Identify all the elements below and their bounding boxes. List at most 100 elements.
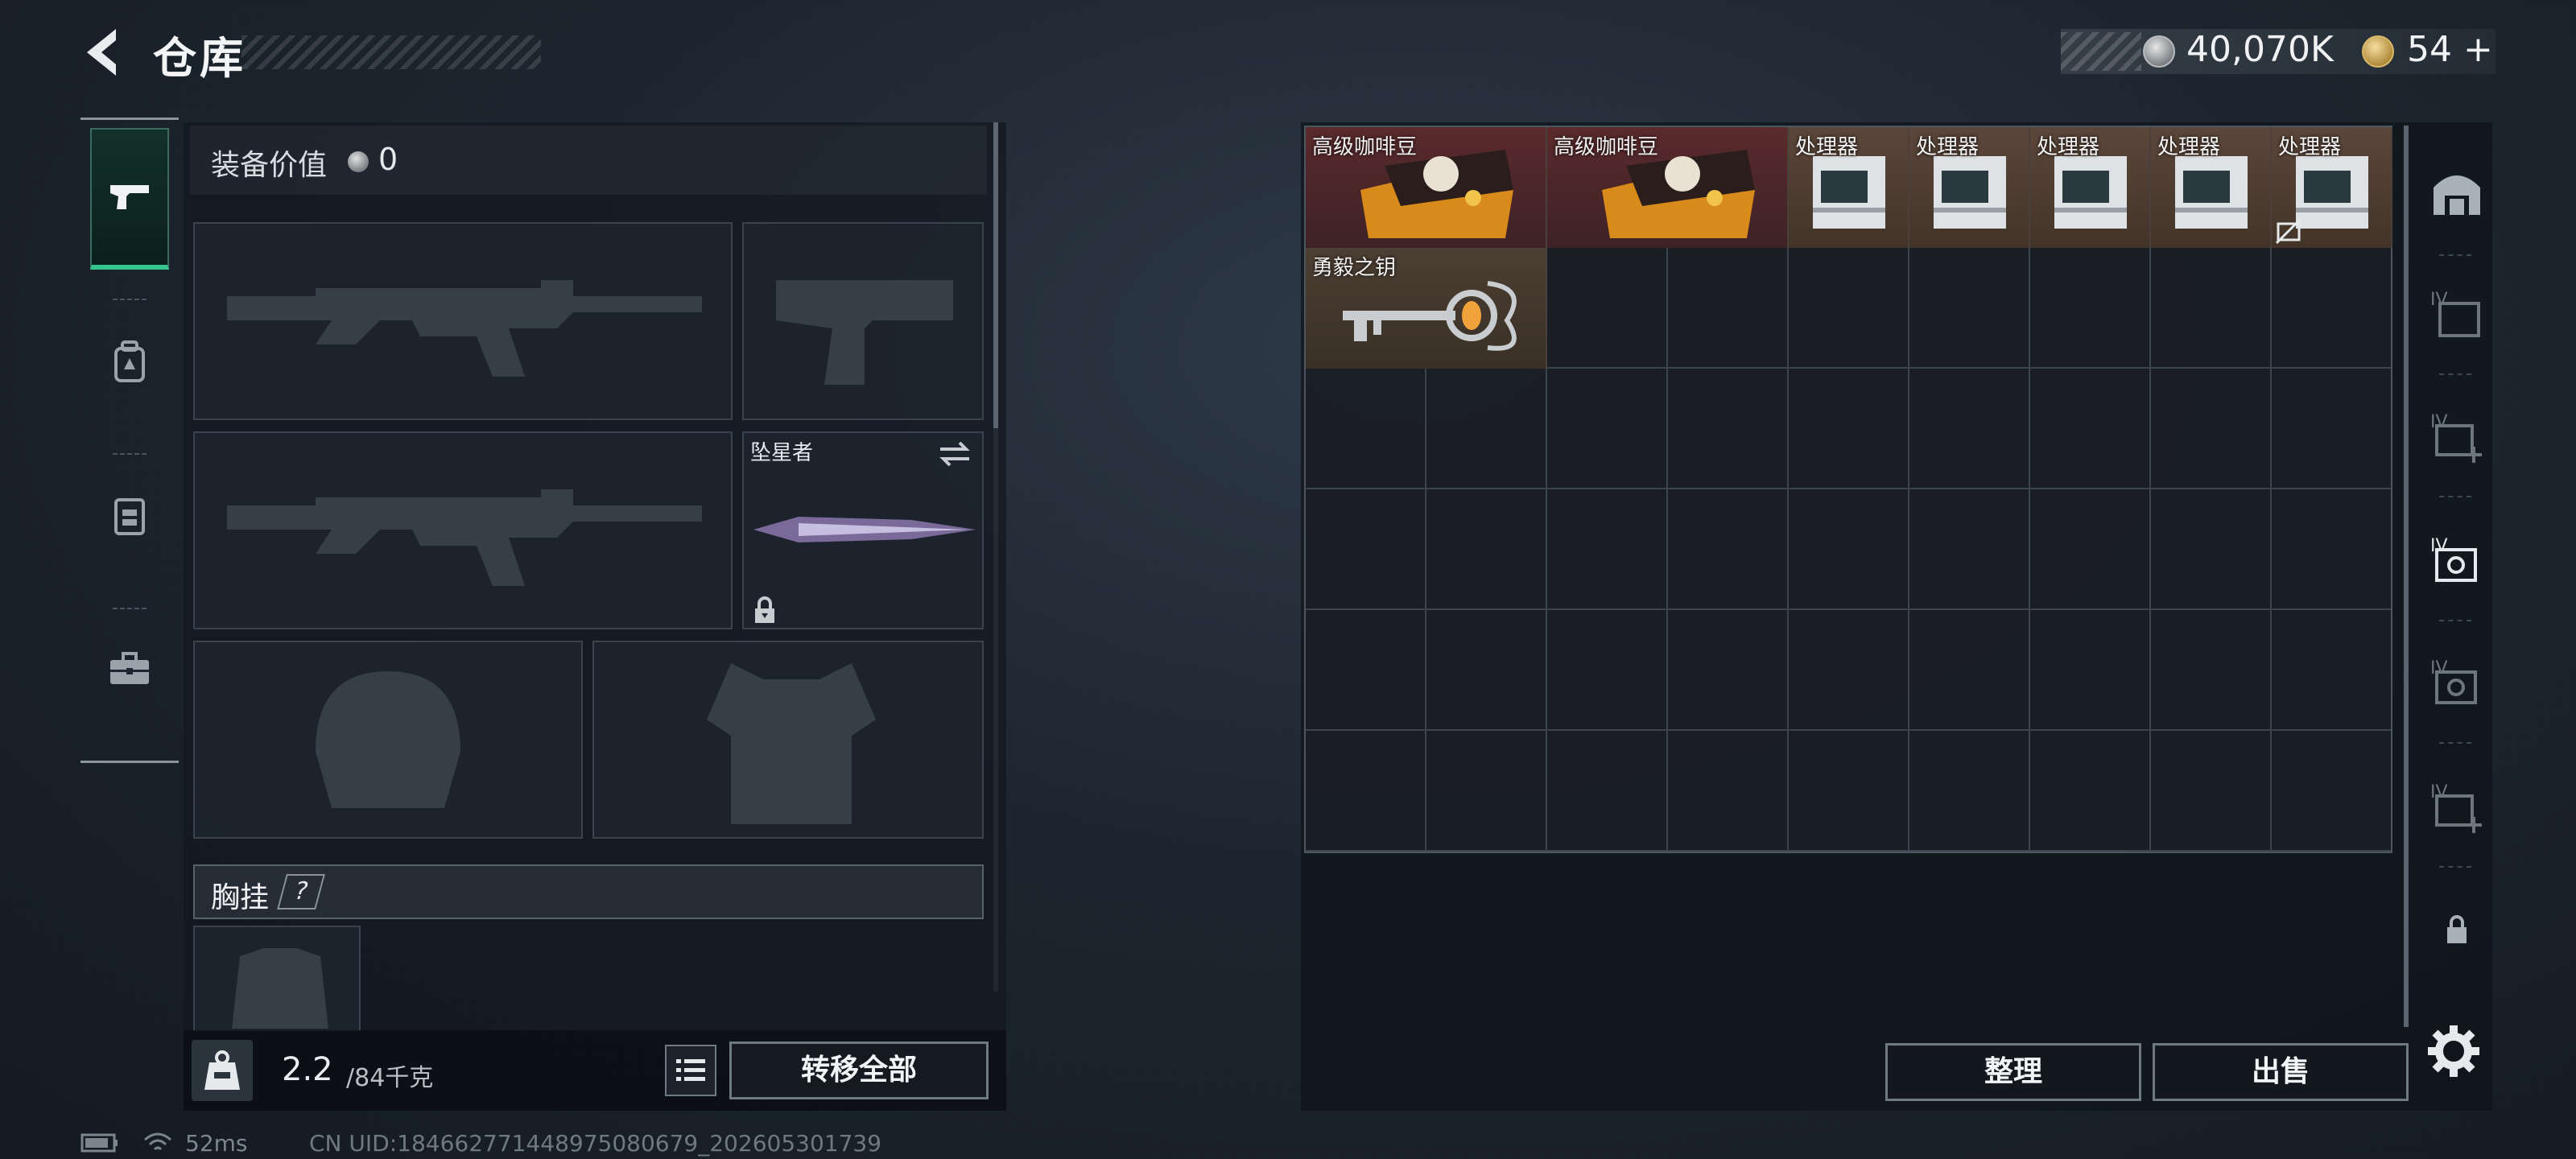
page-title: 仓库 [153, 33, 246, 84]
tool-separator [2439, 620, 2471, 621]
safe-icon: IV [2430, 536, 2477, 582]
back-button[interactable] [77, 24, 126, 80]
equipment-value-label: 装备价值 [211, 149, 328, 182]
storage-tabs: IV IV IV IV IV [2417, 126, 2494, 1035]
settings-button[interactable] [2425, 1022, 2483, 1080]
weight-limit: /84千克 [346, 1064, 434, 1092]
pistol-icon [110, 185, 149, 209]
pistol-silhouette-icon [776, 280, 953, 385]
primary-weapon-slot[interactable] [193, 222, 733, 420]
sidearm-slot[interactable] [742, 222, 984, 420]
storage-box-icon: IV [2430, 290, 2480, 337]
tool-separator [2439, 496, 2471, 497]
category-nav [80, 118, 179, 763]
nav-toolbox[interactable] [90, 598, 169, 740]
item-name: 处理器 [2157, 135, 2221, 159]
processor-icon [1934, 156, 2006, 229]
back-arrow-icon [87, 29, 116, 76]
wifi-icon [144, 1132, 171, 1151]
current-weight: 2.2 [282, 1051, 333, 1088]
armor-silhouette-icon [707, 663, 876, 824]
backpack-icon [114, 340, 145, 382]
storage-item[interactable]: 勇毅之钥 [1306, 248, 1547, 369]
storage-item[interactable]: 处理器 [2151, 127, 2272, 248]
ping-value: 52ms [185, 1130, 248, 1157]
tab-add-storage[interactable]: IV [2425, 404, 2489, 468]
tab-storage-4[interactable]: IV [2425, 282, 2489, 346]
silver-coin-icon [2143, 35, 2175, 68]
vest-icon [114, 498, 145, 535]
item-name: 处理器 [1916, 135, 1979, 159]
swap-icon[interactable] [937, 439, 972, 468]
armor-slot[interactable] [592, 641, 984, 839]
lock-icon [755, 596, 774, 623]
tool-separator [2439, 866, 2471, 868]
add-storage-icon: IV [2430, 412, 2482, 463]
storage-item[interactable]: 高级咖啡豆 [1306, 127, 1547, 248]
item-name: 处理器 [2278, 135, 2342, 159]
warehouse-icon [2434, 175, 2480, 215]
knife-icon [753, 517, 976, 542]
secondary-weapon-slot[interactable] [193, 431, 733, 629]
tab-safe-box-2[interactable]: IV [2425, 650, 2489, 715]
storage-item[interactable]: 处理器 [2272, 127, 2392, 248]
storage-item[interactable]: 处理器 [2030, 127, 2151, 248]
melee-name: 坠星者 [750, 441, 814, 465]
helmet-silhouette-icon [316, 671, 460, 808]
gold-amount[interactable]: 54 + [2407, 29, 2493, 70]
chest-rig-silhouette-icon [232, 948, 328, 1029]
chest-rig-label: 胸挂 [211, 881, 270, 914]
storage-item[interactable]: 高级咖啡豆 [1547, 127, 1789, 248]
sort-button[interactable]: 整理 [1885, 1043, 2141, 1101]
svg-text:IV: IV [2430, 782, 2448, 802]
storage-scrollbar[interactable] [2404, 126, 2409, 1027]
list-icon [676, 1059, 705, 1081]
gold-add-plus[interactable]: + [2463, 29, 2493, 70]
processor-icon [2175, 156, 2248, 229]
list-view-button[interactable] [665, 1045, 716, 1096]
loadout-scroll-thumb[interactable] [993, 122, 998, 428]
currency-decoration [2061, 32, 2141, 71]
rifle-silhouette-icon [227, 280, 702, 377]
equipment-value: 0 [378, 142, 398, 177]
toolbox-icon [110, 652, 149, 684]
no-insure-icon [2275, 217, 2302, 245]
gear-icon [2428, 1025, 2479, 1077]
processor-icon [2054, 156, 2127, 229]
tab-add-storage-2[interactable]: IV [2425, 774, 2489, 839]
tab-all-storage[interactable] [2425, 159, 2489, 224]
gold-amount-number: 54 [2407, 29, 2452, 70]
title-decoration [242, 35, 541, 69]
storage-grid[interactable]: 高级咖啡豆 高级咖啡豆 处理器 处理器 处理器 处理器 处理器 勇毅之钥 [1304, 126, 2392, 853]
item-name: 勇毅之钥 [1312, 256, 1397, 280]
sell-button[interactable]: 出售 [2153, 1043, 2409, 1101]
tool-separator [2439, 373, 2471, 375]
rifle-silhouette-icon [227, 489, 702, 586]
tool-separator [2439, 742, 2471, 744]
item-name: 高级咖啡豆 [1554, 135, 1659, 159]
weight-icon-box [192, 1040, 253, 1101]
gold-coin-icon [2362, 35, 2394, 68]
transfer-all-button[interactable]: 转移全部 [729, 1041, 989, 1099]
tab-safe-box[interactable]: IV [2425, 528, 2489, 592]
locked-slot [2425, 897, 2489, 961]
user-uid: CN UID:184662771448975080679_20260530173… [309, 1130, 882, 1157]
svg-text:IV: IV [2430, 658, 2448, 678]
nav-vest[interactable] [90, 445, 169, 587]
weight-icon [204, 1050, 240, 1090]
money-amount: 40,070K [2186, 29, 2334, 70]
nav-weapons[interactable] [90, 128, 169, 270]
add-storage-icon: IV [2430, 782, 2482, 833]
melee-slot[interactable]: 坠星者 [742, 431, 984, 629]
storage-item[interactable]: 处理器 [1789, 127, 1909, 248]
helmet-slot[interactable] [193, 641, 583, 839]
storage-item[interactable]: 处理器 [1909, 127, 2030, 248]
svg-text:IV: IV [2430, 412, 2448, 432]
item-name: 处理器 [2037, 135, 2100, 159]
chest-rig-slot[interactable] [193, 926, 361, 1032]
nav-backpack[interactable] [90, 291, 169, 432]
item-name: 处理器 [1795, 135, 1859, 159]
item-name: 高级咖啡豆 [1312, 135, 1418, 159]
lock-icon [2447, 915, 2467, 943]
tool-separator [2439, 254, 2471, 256]
